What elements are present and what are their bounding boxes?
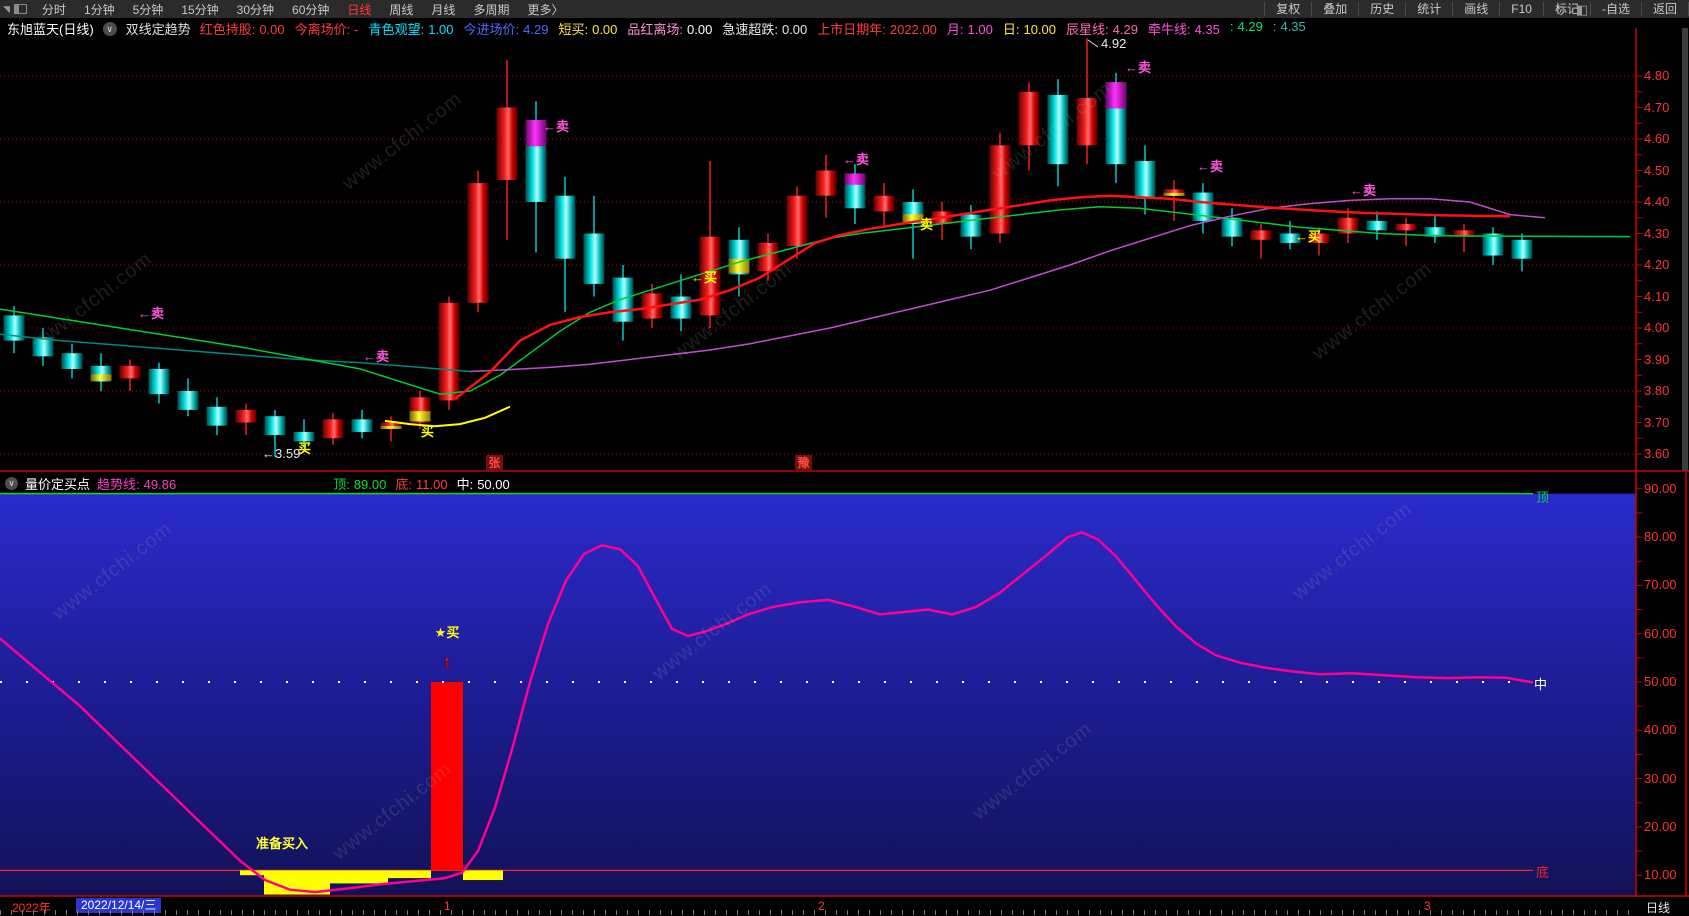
sell-signal-label: ←卖 <box>543 119 570 134</box>
price-axis-label: 3.60 <box>1644 446 1670 461</box>
buy-signal-label: 买 <box>421 424 435 439</box>
field: 中: 50.00 <box>456 477 510 492</box>
chevron-down-icon[interactable]: ∨ <box>5 477 18 490</box>
price-axis-label: 4.50 <box>1644 162 1670 178</box>
candle <box>351 419 373 432</box>
region-tag-张: 张 <box>486 455 503 471</box>
candle <box>815 170 837 196</box>
sell-signal-label: ←卖 <box>1350 183 1377 198</box>
candle <box>206 406 228 426</box>
indicator-axis-label: 10.00 <box>1644 867 1677 883</box>
hist-bar-red <box>431 682 463 871</box>
hist-bar-yellow <box>463 870 503 881</box>
indicator-axis-label: 80.00 <box>1644 529 1677 545</box>
low-price-label: ←3.59 <box>262 446 301 461</box>
price-axis-label: 4.40 <box>1644 194 1670 209</box>
indicator-panel-title: 量价定买点 <box>25 477 91 492</box>
candle <box>1076 98 1098 146</box>
price-axis-label: 4.60 <box>1644 131 1670 146</box>
high-price-label: 4.92 <box>1101 36 1127 51</box>
field: 趋势线: 49.86 <box>97 477 177 492</box>
period-label[interactable]: 日线 <box>1646 899 1670 916</box>
candle <box>786 195 808 247</box>
hist-bar-yellow <box>388 870 431 879</box>
candle <box>1018 91 1040 146</box>
candle <box>322 419 344 439</box>
candle <box>119 365 141 379</box>
price-axis-label: 4.10 <box>1644 288 1670 304</box>
candle <box>148 368 170 395</box>
candle <box>496 107 518 180</box>
indicator-axis-label: 60.00 <box>1644 625 1677 641</box>
price-axis-label: 3.90 <box>1644 351 1670 367</box>
sell-signal-label: ←卖 <box>843 152 870 167</box>
timeline-marker-1: 1 <box>444 899 451 913</box>
field: 顶: 89.00 <box>333 477 387 492</box>
bottom-level-label: 底 <box>1536 865 1550 881</box>
sell-signal-label: ←卖 <box>363 349 390 364</box>
candles-layer <box>3 38 1533 458</box>
price-axis-label: 4.70 <box>1644 99 1670 115</box>
candle <box>1395 224 1417 231</box>
candle <box>1250 230 1272 240</box>
price-axis-label: 3.80 <box>1644 383 1670 398</box>
indicator-axis-label: 90.00 <box>1644 480 1677 496</box>
price-axis-label: 3.70 <box>1644 414 1670 430</box>
candle <box>1511 239 1533 259</box>
mid-level-label: 中 <box>1534 677 1548 692</box>
timeline-marker-3: 3 <box>1424 899 1431 913</box>
candle <box>960 214 982 237</box>
field: 底: 11.00 <box>395 477 448 492</box>
right-scrollbar[interactable] <box>1682 28 1688 471</box>
candle <box>1047 94 1069 165</box>
indicator-axis-label: 20.00 <box>1644 818 1677 834</box>
chart-canvas <box>0 28 1689 916</box>
indicator-axis-label: 70.00 <box>1644 577 1677 593</box>
buy-arrow-icon: ↑ <box>442 652 452 672</box>
region-tag-豫: 豫 <box>795 455 812 471</box>
candle <box>264 416 286 436</box>
sell-signal-label: ←卖 <box>1197 159 1224 174</box>
indicator-axis-label: 50.00 <box>1644 674 1677 689</box>
bottom-timeline-bar: 2022年 2022/12/14/三 日线 123 <box>0 897 1689 916</box>
timeline-marker-2: 2 <box>818 899 825 913</box>
candle <box>873 195 895 212</box>
sell-signal-label: ←卖 <box>138 306 165 321</box>
overlay-green-ma <box>0 205 1631 395</box>
indicator-annotation: ★买 <box>434 625 460 640</box>
candle <box>670 296 692 319</box>
candle <box>467 183 489 303</box>
top-level-label: 顶 <box>1536 489 1550 505</box>
indicator-axis-label: 40.00 <box>1644 722 1677 738</box>
sell-signal-label: 卖 <box>920 217 934 232</box>
app-window: ◥ 分时 1分钟 5分钟 15分钟 30分钟 60分钟 日线 周线 月线 多周期 更多〉 复权 叠加历… <box>0 0 1689 916</box>
candle <box>438 302 460 401</box>
buy-signal-label: ←买 <box>691 270 718 285</box>
indicator-axis-label: 30.00 <box>1644 770 1677 786</box>
candle <box>554 195 576 259</box>
candle <box>583 233 605 284</box>
hist-bar-yellow <box>330 870 388 884</box>
candle <box>235 409 257 423</box>
candle <box>1366 220 1388 231</box>
indicator-header: ∨ 量价定买点 趋势线: 49.86 顶: 89.00 底: 11.00 中: 50.00 <box>0 474 510 493</box>
buy-signal-label: ←买 <box>1295 229 1322 244</box>
price-axis-label: 4.20 <box>1644 257 1670 272</box>
overlay-yellow-signal <box>384 405 511 428</box>
candle <box>61 353 83 369</box>
candle <box>1134 161 1156 199</box>
candle <box>989 145 1011 234</box>
price-axis-label: 4.30 <box>1644 225 1670 241</box>
indicator-panel-values: 趋势线: 49.86 顶: 89.00 底: 11.00 中: 50.00 <box>97 474 510 493</box>
candle <box>177 391 199 410</box>
price-axis-label: 4.00 <box>1644 320 1670 335</box>
candle <box>612 277 634 322</box>
indicator-annotation: 准备买入 <box>256 836 309 851</box>
sell-signal-label: ←卖 <box>1125 60 1152 75</box>
price-axis-label: 4.80 <box>1644 68 1670 83</box>
